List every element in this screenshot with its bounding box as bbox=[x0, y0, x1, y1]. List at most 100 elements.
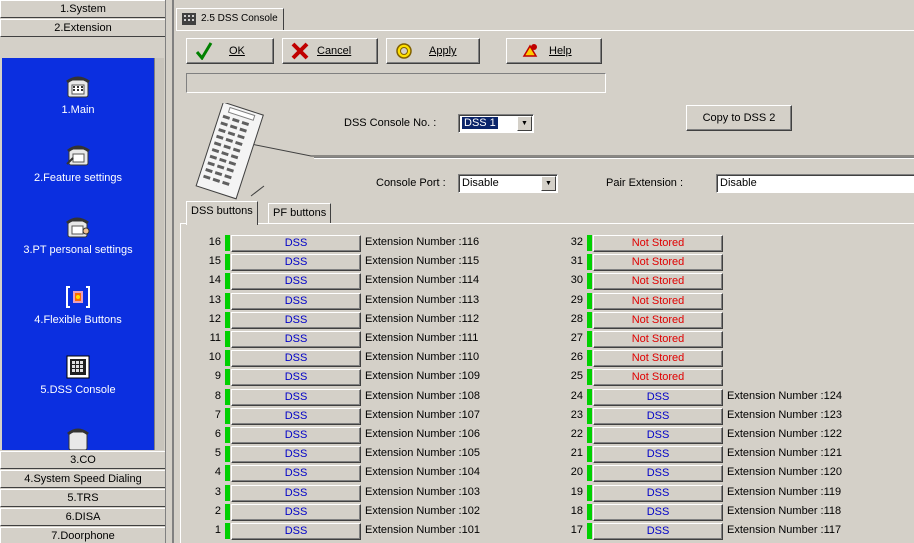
chevron-down-icon[interactable]: ▼ bbox=[517, 116, 532, 131]
category-extension[interactable]: 2.Extension bbox=[0, 19, 165, 37]
button-number: 32 bbox=[570, 236, 583, 248]
status-led bbox=[225, 427, 230, 443]
button-number: 23 bbox=[570, 408, 583, 421]
dss-key-button[interactable]: DSS bbox=[593, 446, 723, 464]
dss-key-button[interactable]: DSS bbox=[231, 427, 361, 444]
status-led bbox=[587, 407, 592, 424]
status-led bbox=[587, 446, 592, 463]
nav-label-main: 1.Main bbox=[61, 104, 95, 116]
extension-number-text: Extension Number :103 bbox=[365, 485, 480, 498]
dss-key-button[interactable]: DSS bbox=[593, 407, 723, 425]
console-port-select[interactable]: Disable ▼ bbox=[458, 174, 558, 193]
ok-button[interactable]: OK bbox=[186, 38, 274, 64]
dss-key-button[interactable]: DSS bbox=[231, 523, 361, 540]
dss-console-no-select[interactable]: DSS 1 ▼ bbox=[458, 114, 534, 133]
tab-pf-buttons[interactable]: PF buttons bbox=[268, 203, 332, 223]
dss-key-button[interactable]: DSS bbox=[593, 503, 723, 521]
dss-key-button[interactable]: DSS bbox=[231, 484, 361, 502]
divider bbox=[314, 157, 914, 159]
status-led bbox=[587, 254, 592, 271]
dss-key-button[interactable]: DSS bbox=[593, 484, 723, 502]
dss-key-button[interactable]: DSS bbox=[231, 446, 361, 464]
dss-key-button[interactable]: DSS bbox=[593, 465, 723, 483]
nav-item-partial-next[interactable] bbox=[2, 424, 154, 450]
extension-number-text: Extension Number :106 bbox=[365, 428, 480, 440]
category-trs[interactable]: 5.TRS bbox=[0, 489, 165, 507]
not-stored-key-button[interactable]: Not Stored bbox=[593, 292, 723, 310]
tab-dss-buttons[interactable]: DSS buttons bbox=[186, 201, 258, 225]
nav-label-feature-settings: 2.Feature settings bbox=[33, 172, 123, 184]
dss-key-button[interactable]: DSS bbox=[593, 427, 723, 444]
dss-key-button[interactable]: DSS bbox=[231, 369, 361, 387]
nav-item-pt-personal-settings[interactable]: 3.PT personal settings bbox=[2, 214, 154, 256]
button-number: 18 bbox=[570, 504, 583, 517]
category-disa[interactable]: 6.DISA bbox=[0, 508, 165, 526]
dss-key-button[interactable]: DSS bbox=[231, 407, 361, 425]
status-led bbox=[587, 292, 592, 309]
category-co[interactable]: 3.CO bbox=[0, 451, 165, 469]
status-bar bbox=[186, 73, 606, 93]
not-stored-key-button[interactable]: Not Stored bbox=[593, 254, 723, 272]
button-number: 6 bbox=[214, 428, 221, 440]
button-number: 22 bbox=[570, 428, 583, 440]
not-stored-key-button[interactable]: Not Stored bbox=[593, 311, 723, 329]
not-stored-key-button[interactable]: Not Stored bbox=[593, 350, 723, 368]
nav-scrollbar[interactable] bbox=[154, 58, 164, 450]
status-led bbox=[225, 523, 230, 539]
status-led bbox=[587, 311, 592, 328]
pair-extension-field[interactable]: Disable bbox=[716, 174, 914, 193]
help-icon bbox=[522, 44, 538, 57]
dss-key-button[interactable]: DSS bbox=[231, 235, 361, 252]
extension-number-text: Extension Number :118 bbox=[727, 504, 842, 517]
not-stored-key-button[interactable]: Not Stored bbox=[593, 369, 723, 387]
extension-number-text: Extension Number :113 bbox=[365, 293, 480, 306]
chevron-down-icon[interactable]: ▼ bbox=[541, 176, 556, 191]
extension-number-text: Extension Number :123 bbox=[727, 408, 842, 421]
nav-item-flexible-buttons[interactable]: 4.Flexible Buttons bbox=[2, 284, 154, 326]
dss-key-button[interactable]: DSS bbox=[231, 350, 361, 368]
category-system-speed-dialing[interactable]: 4.System Speed Dialing bbox=[0, 470, 165, 488]
dss-key-button[interactable]: DSS bbox=[231, 388, 361, 406]
nav-item-feature-settings[interactable]: 2.Feature settings bbox=[2, 142, 154, 184]
status-led bbox=[225, 311, 230, 328]
extension-number-text: Extension Number :112 bbox=[365, 312, 480, 325]
dss-console-icon bbox=[182, 13, 196, 25]
cancel-button[interactable]: Cancel bbox=[282, 38, 378, 64]
status-led bbox=[587, 388, 592, 405]
dss-key-button[interactable]: DSS bbox=[231, 292, 361, 310]
not-stored-key-button[interactable]: Not Stored bbox=[593, 235, 723, 252]
extension-nav-panel: 1.Main 2.Feature settings 3.PT personal … bbox=[2, 58, 154, 450]
dss-console-form: OK Cancel Apply Help DSS Console No.: D… bbox=[176, 30, 914, 543]
dss-key-button[interactable]: DSS bbox=[231, 331, 361, 348]
help-button[interactable]: Help bbox=[506, 38, 602, 64]
button-number: 14 bbox=[208, 274, 221, 287]
dss-key-button[interactable]: DSS bbox=[231, 465, 361, 483]
not-stored-key-button[interactable]: Not Stored bbox=[593, 331, 723, 348]
x-mark-icon bbox=[291, 42, 309, 60]
status-led bbox=[587, 523, 592, 539]
status-led bbox=[225, 331, 230, 347]
pair-extension-value: Disable bbox=[720, 177, 757, 189]
dss-key-button[interactable]: DSS bbox=[593, 388, 723, 406]
status-led bbox=[587, 427, 592, 443]
copy-to-dss2-button[interactable]: Copy to DSS 2 bbox=[686, 105, 792, 131]
dss-key-button[interactable]: DSS bbox=[231, 254, 361, 272]
apply-button[interactable]: Apply bbox=[386, 38, 480, 64]
dss-key-button[interactable]: DSS bbox=[593, 523, 723, 540]
dss-key-button[interactable]: DSS bbox=[231, 311, 361, 329]
button-number: 21 bbox=[570, 447, 583, 460]
sidebar: 1.System 2.Extension 1.Main 2.Feature se… bbox=[0, 0, 166, 543]
flexible-buttons-icon bbox=[66, 286, 90, 308]
nav-item-dss-console[interactable]: 5.DSS Console bbox=[2, 354, 154, 396]
dss-key-button[interactable]: DSS bbox=[231, 503, 361, 521]
button-number: 16 bbox=[208, 236, 221, 248]
category-system[interactable]: 1.System bbox=[0, 0, 165, 18]
extension-number-text: Extension Number :110 bbox=[365, 351, 480, 364]
nav-item-main[interactable]: 1.Main bbox=[2, 74, 154, 116]
button-number: 4 bbox=[214, 466, 221, 479]
dss-key-button[interactable]: DSS bbox=[231, 273, 361, 291]
not-stored-key-button[interactable]: Not Stored bbox=[593, 273, 723, 291]
category-doorphone[interactable]: 7.Doorphone bbox=[0, 527, 165, 543]
tab-dss-console[interactable]: 2.5 DSS Console bbox=[176, 8, 284, 30]
extension-number-text: Extension Number :111 bbox=[365, 332, 479, 344]
